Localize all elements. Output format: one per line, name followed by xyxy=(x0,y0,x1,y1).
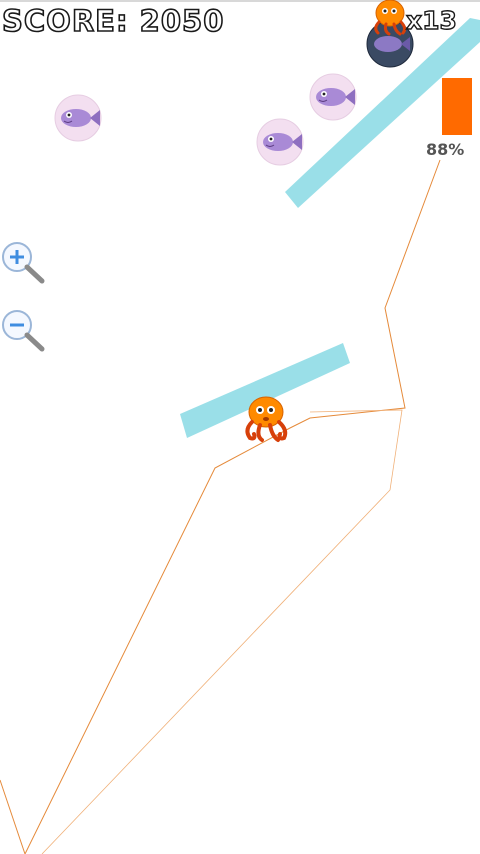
power-meter xyxy=(442,70,472,135)
zoom-out-button[interactable] xyxy=(0,306,46,352)
zoom-in-button[interactable] xyxy=(0,238,46,284)
power-percent: 88% xyxy=(426,140,465,159)
zoom-in-icon xyxy=(2,242,45,284)
player xyxy=(245,396,288,442)
score-value: 2050 xyxy=(139,3,225,39)
octopus-icon xyxy=(245,396,288,442)
score-display: SCORE: 2050 xyxy=(1,3,225,39)
score-label: SCORE: xyxy=(1,3,129,39)
zoom-out-icon xyxy=(2,310,45,352)
power-meter-fill xyxy=(442,77,472,135)
lives-count: x13 xyxy=(405,5,457,35)
